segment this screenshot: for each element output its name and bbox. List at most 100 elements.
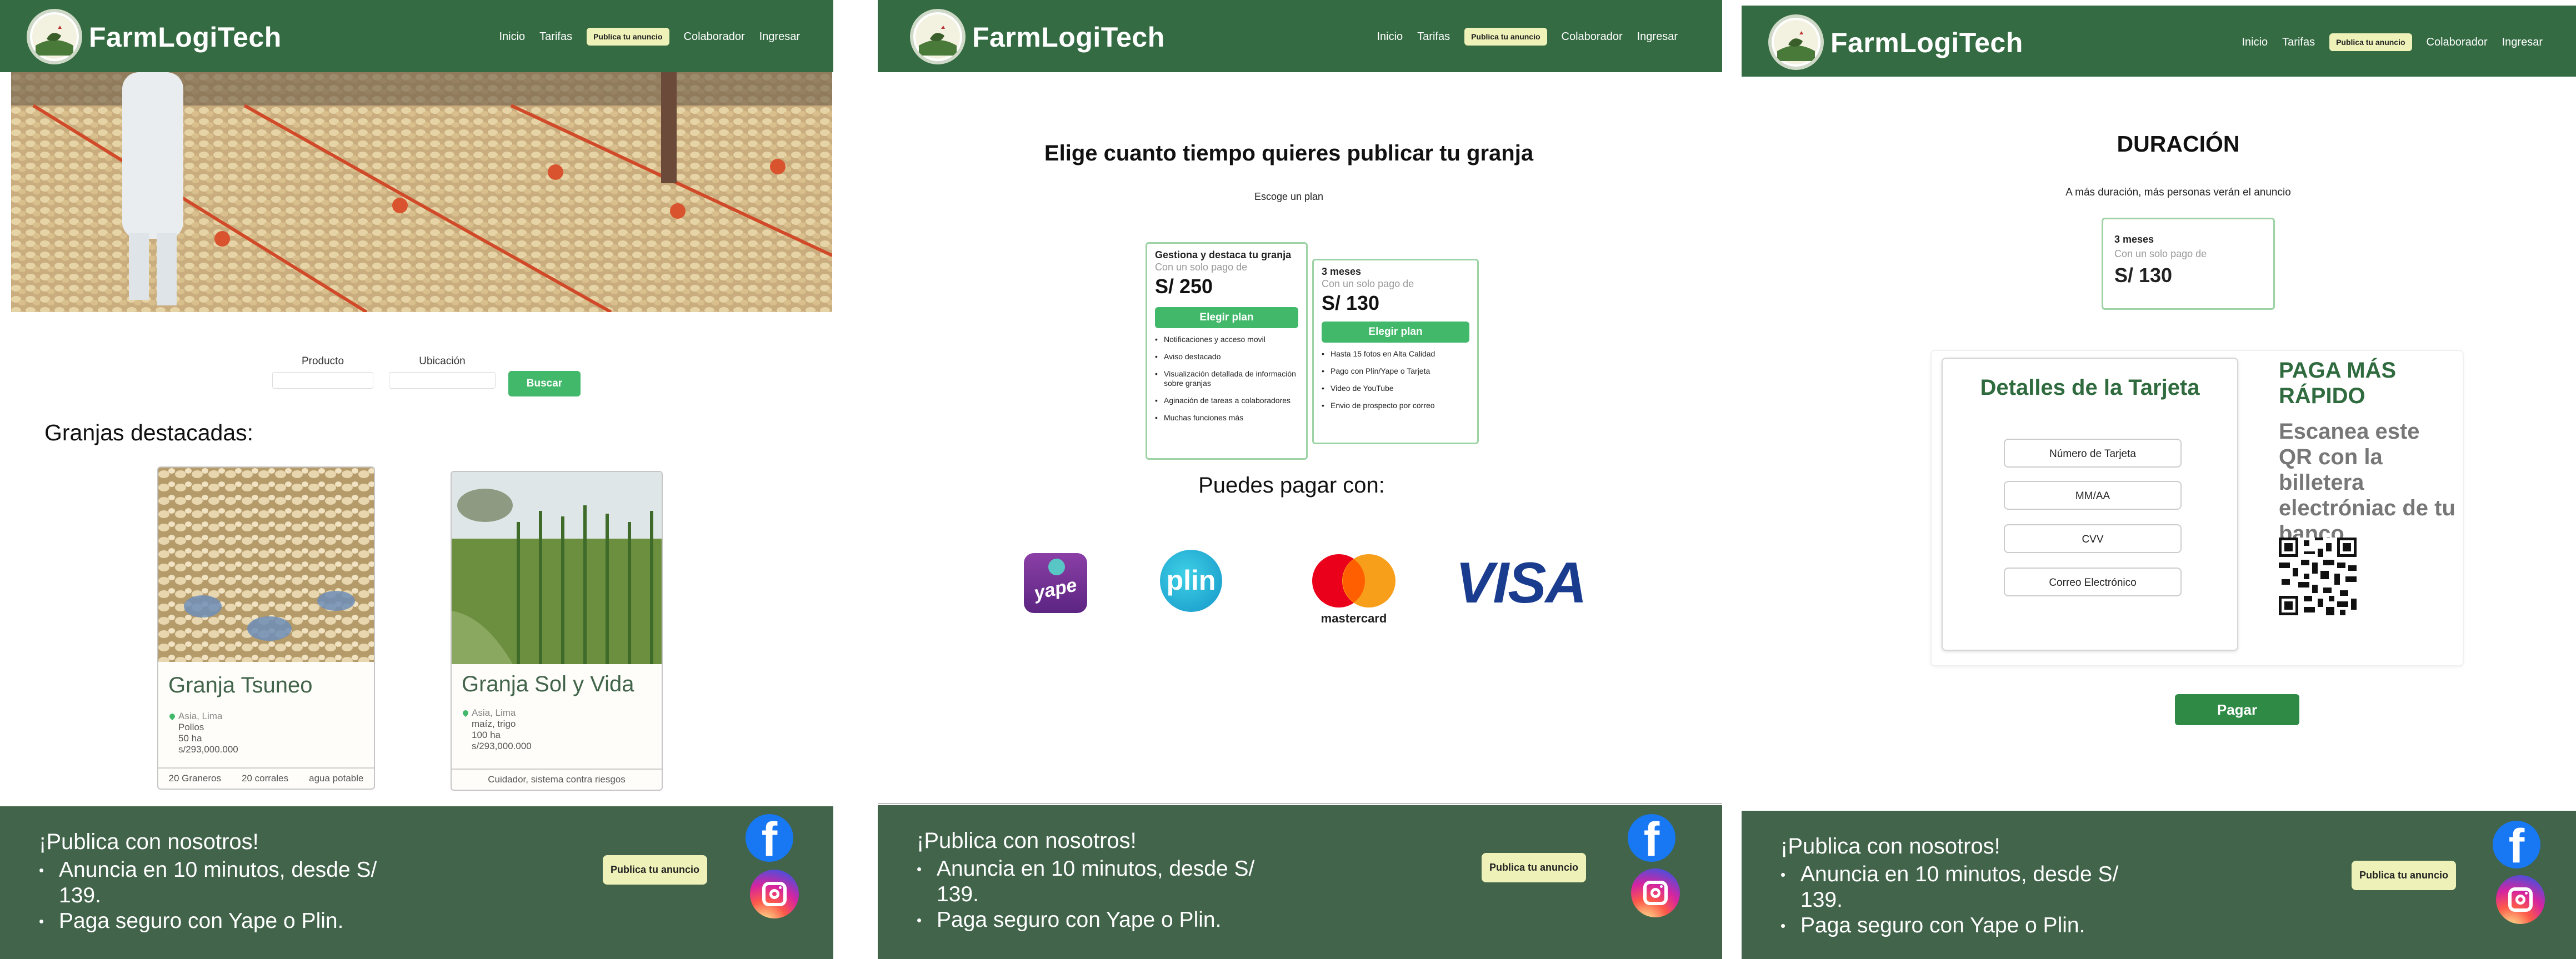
farm-logo-icon[interactable] [27,9,82,64]
plan-feature: Aginación de tareas a colaboradores [1155,396,1300,405]
footer-item: Paga seguro con Yape o Plin. [39,908,406,934]
plan-card-3-months[interactable]: 3 meses Con un solo pago de S/ 130 Elegi… [1312,259,1479,444]
footer: ¡Publica con nosotros! Anuncia en 10 min… [1742,811,2576,959]
footer-publish-button[interactable]: Publica tu anuncio [603,855,708,885]
duration-subtitle: A más duración, más personas verán el an… [2065,187,2291,198]
navbar: FarmLogiTech Inicio Tarifas Publica tu a… [1742,6,2576,77]
home-screen: FarmLogiTech Inicio Tarifas Publica tu a… [0,0,833,959]
nav-publish-button[interactable]: Publica tu anuncio [2329,33,2412,51]
producto-search: Producto [272,355,373,389]
yape-logo-icon: yape [1024,553,1087,613]
brand-name[interactable]: FarmLogiTech [89,21,282,53]
producto-input[interactable] [272,372,373,389]
nav-ingresar[interactable]: Ingresar [2502,36,2543,49]
yape-label: yape [1032,574,1079,604]
instagram-icon[interactable] [1631,868,1680,917]
footer-item: Anuncia en 10 minutos, desde S/ 139. [917,856,1283,907]
facebook-icon[interactable]: f [2493,821,2540,868]
farm-card[interactable]: Granja Sol y Vida Asia, Lima maíz, trigo… [451,471,663,791]
nav-tarifas[interactable]: Tarifas [2282,36,2315,49]
page-subtitle: Escoge un plan [1254,191,1324,202]
plan-feature: Hasta 15 fotos en Alta Calidad [1322,349,1472,359]
nav-inicio[interactable]: Inicio [2242,36,2268,49]
plan-feature: Visualización detallada de información s… [1155,369,1300,388]
plan-feature: Notificaciones y acceso movil [1155,335,1300,344]
plan-price: S/ 130 [1322,292,1380,314]
farm-card[interactable]: Granja Tsuneo Asia, Lima Pollos 50 ha s/… [157,466,375,790]
nav-colaborador[interactable]: Colaborador [684,31,745,43]
featured-title: Granjas destacadas: [44,420,254,445]
producto-label: Producto [301,355,344,367]
footer: ¡Publica con nosotros! Anuncia en 10 min… [0,806,833,959]
farm-tag: 20 corrales [242,773,289,784]
nav-colaborador[interactable]: Colaborador [2427,36,2488,49]
plan-card-premium[interactable]: Gestiona y destaca tu granja Con un solo… [1146,242,1308,460]
card-number-field[interactable]: Número de Tarjeta [2004,439,2182,468]
nav-tarifas[interactable]: Tarifas [539,31,572,43]
nav-tarifas[interactable]: Tarifas [1417,31,1450,43]
nav-publish-button[interactable]: Publica tu anuncio [587,28,669,46]
card-details-form: Detalles de la Tarjeta Número de Tarjeta… [1942,358,2238,651]
location-pin-icon [168,712,177,721]
farm-tag: agua potable [309,773,364,784]
brand-name[interactable]: FarmLogiTech [1830,27,2023,59]
pay-button[interactable]: Pagar [2175,694,2299,725]
farm-name[interactable]: Granja Tsuneo [168,673,312,698]
plan-feature: Muchas funciones más [1155,413,1300,423]
mastercard-label: mastercard [1320,611,1387,625]
payment-section: Detalles de la Tarjeta Número de Tarjeta… [1930,350,2464,666]
facebook-icon[interactable]: f [1628,814,1675,862]
selected-plan-card[interactable]: 3 meses Con un solo pago de S/ 130 [2102,218,2275,310]
plan-title: 3 meses [2114,234,2154,245]
email-field[interactable]: Correo Electrónico [2004,568,2182,596]
farm-price: s/293,000.000 [178,744,238,755]
instagram-icon[interactable] [750,870,799,918]
navbar: FarmLogiTech Inicio Tarifas Publica tu a… [0,0,833,72]
nav-ingresar[interactable]: Ingresar [1637,31,1678,43]
ubicacion-search: Ubicación [389,355,496,389]
footer-title: ¡Publica con nosotros! [1780,834,2000,858]
farm-product: maíz, trigo [472,719,516,729]
footer-publish-button[interactable]: Publica tu anuncio [1482,853,1587,882]
choose-plan-button[interactable]: Elegir plan [1155,307,1298,328]
plan-title: 3 meses [1322,266,1362,277]
instagram-icon[interactable] [2496,875,2545,924]
farm-logo-icon[interactable] [910,9,966,64]
farm-tag: 20 Graneros [168,773,222,784]
nav-inicio[interactable]: Inicio [499,31,525,43]
cvv-field[interactable]: CVV [2004,524,2182,553]
footer-item: Anuncia en 10 minutos, desde S/ 139. [39,857,406,908]
choose-plan-button[interactable]: Elegir plan [1322,322,1469,343]
qr-description: Escanea este QR con la billetera electró… [2279,419,2455,546]
footer-item: Paga seguro con Yape o Plin. [917,907,1283,933]
brand-name[interactable]: FarmLogiTech [972,21,1165,53]
search-button[interactable]: Buscar [508,371,581,396]
farm-product: Pollos [178,722,204,732]
farm-logo-icon[interactable] [1768,14,1824,70]
expiry-field[interactable]: MM/AA [2004,481,2182,510]
hero-image [11,72,832,312]
farm-name[interactable]: Granja Sol y Vida [462,672,634,697]
plan-feature: Aviso destacado [1155,352,1300,361]
checkout-screen: FarmLogiTech Inicio Tarifas Publica tu a… [1742,0,2576,959]
nav-ingresar[interactable]: Ingresar [759,31,800,43]
ubicacion-input[interactable] [389,372,496,389]
location-pin-icon [461,709,470,717]
footer-item: Anuncia en 10 minutos, desde S/ 139. [1780,862,2147,913]
mastercard-logo-icon: mastercard [1307,553,1401,625]
farm-area: 100 ha [472,730,501,740]
plans-screen: FarmLogiTech Inicio Tarifas Publica tu a… [878,0,1722,959]
plan-feature: Pago con Plin/Yape o Tarjeta [1322,366,1472,376]
farm-photo [452,472,662,664]
nav-colaborador[interactable]: Colaborador [1562,31,1623,43]
nav-publish-button[interactable]: Publica tu anuncio [1464,28,1547,46]
visa-label: VISA [1455,551,1587,615]
facebook-icon[interactable]: f [746,814,793,862]
plan-price: S/ 130 [2114,264,2173,287]
footer: ¡Publica con nosotros! Anuncia en 10 min… [878,805,1722,959]
footer-publish-button[interactable]: Publica tu anuncio [2352,861,2457,890]
plan-title: Gestiona y destaca tu granja [1155,249,1292,260]
plan-note: Con un solo pago de [1155,262,1248,273]
pay-methods-title: Puedes pagar con: [1198,473,1385,498]
nav-inicio[interactable]: Inicio [1377,31,1403,43]
